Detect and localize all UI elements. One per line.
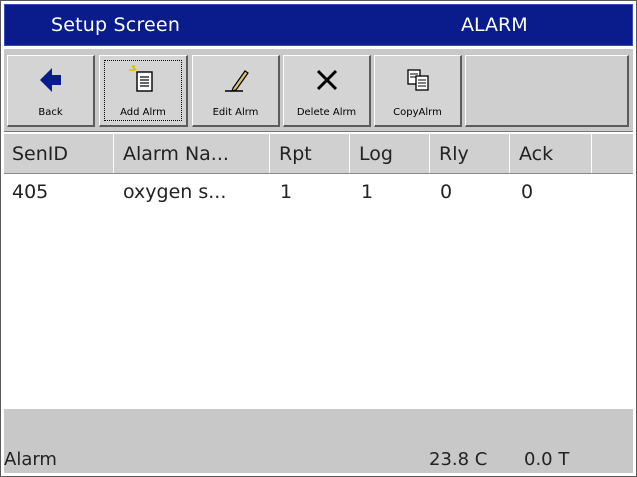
column-header-log[interactable]: Log: [351, 134, 430, 173]
toolbar: Back Add Alrm Edit Alrm Delete Alrm Copy…: [4, 48, 633, 132]
alarm-table-body: 405 oxygen s... 1 1 0 0: [4, 175, 633, 405]
back-arrow-icon: [8, 66, 93, 94]
cell-log: 1: [361, 181, 374, 203]
back-button-label: Back: [38, 107, 63, 118]
temperature-readout: 23.8 C: [429, 449, 488, 470]
status-label: Alarm: [4, 449, 57, 470]
title-bar: Setup Screen ALARM: [4, 4, 633, 46]
cell-ack: 0: [521, 181, 534, 203]
delete-x-icon: [284, 66, 369, 94]
pencil-icon: [193, 66, 278, 94]
reading-readout: 0.0 T: [524, 449, 570, 470]
copy-alarm-button[interactable]: CopyAlrm: [374, 55, 462, 127]
copy-icon: [375, 66, 460, 94]
table-header: SenID Alarm Na... Rpt Log Rly Ack: [4, 134, 633, 174]
column-header-alarm-name[interactable]: Alarm Na...: [115, 134, 270, 173]
mode-label: ALARM: [461, 14, 528, 36]
add-document-icon: [100, 65, 186, 94]
setup-window: Setup Screen ALARM Back Add Alrm Edit Al…: [0, 0, 637, 477]
cell-alarm-name: oxygen s...: [123, 181, 227, 203]
edit-alarm-label: Edit Alrm: [212, 107, 259, 118]
status-bar: Alarm 23.8 C 0.0 T: [4, 409, 633, 473]
add-alarm-button[interactable]: Add Alrm: [99, 55, 188, 127]
cell-rpt: 1: [280, 181, 293, 203]
delete-alarm-label: Delete Alrm: [296, 107, 357, 118]
column-header-rly[interactable]: Rly: [431, 134, 510, 173]
cell-rly: 0: [440, 181, 453, 203]
add-alarm-label: Add Alrm: [120, 107, 166, 118]
column-header-ack[interactable]: Ack: [511, 134, 592, 173]
column-header-filler: [593, 134, 633, 173]
table-row[interactable]: 405 oxygen s... 1 1 0 0: [4, 175, 633, 207]
edit-alarm-button[interactable]: Edit Alrm: [192, 55, 280, 127]
back-button[interactable]: Back: [7, 55, 95, 127]
column-header-rpt[interactable]: Rpt: [271, 134, 350, 173]
copy-alarm-label: CopyAlrm: [393, 107, 442, 118]
delete-alarm-button[interactable]: Delete Alrm: [283, 55, 371, 127]
empty-toolbar-slot: [465, 55, 629, 127]
cell-senid: 405: [12, 181, 49, 203]
window-title: Setup Screen: [51, 14, 181, 36]
column-header-senid[interactable]: SenID: [4, 134, 114, 173]
